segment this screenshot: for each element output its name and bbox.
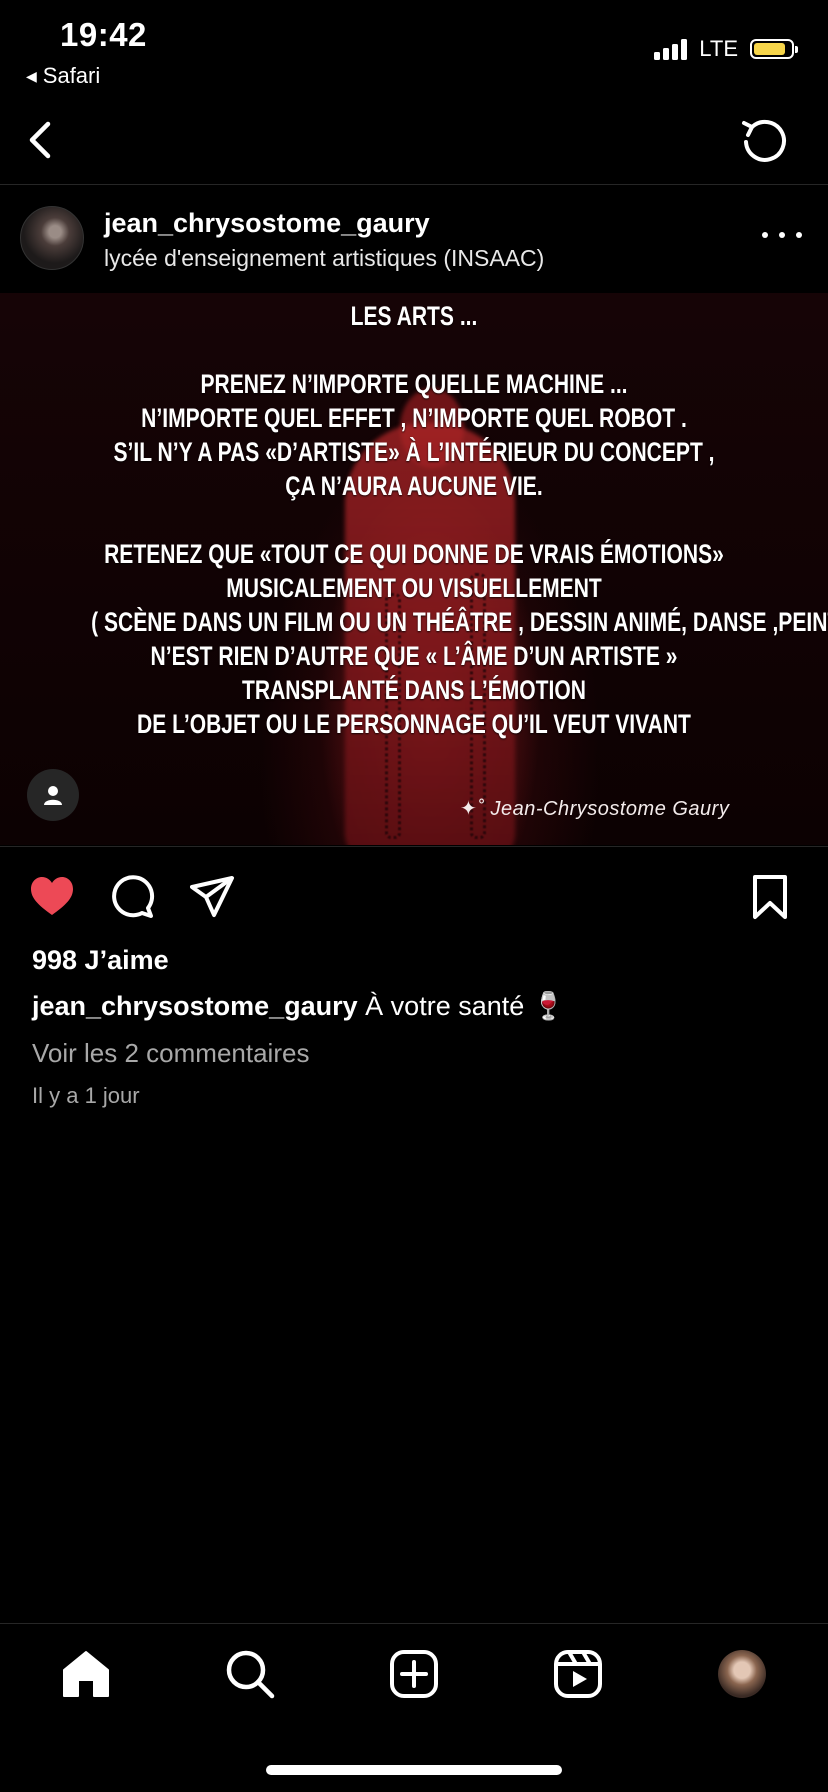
refresh-icon[interactable] [738,114,790,166]
status-time: 19:42 [60,16,147,53]
quote-text: LES ARTS ... PRENEZ N’IMPORTE QUELLE MAC… [91,299,828,741]
caption-text: À votre santé 🍷 [365,991,566,1021]
new-post-icon[interactable] [388,1648,440,1700]
post-image[interactable]: LES ARTS ... PRENEZ N’IMPORTE QUELLE MAC… [0,293,828,845]
back-app-label: Safari [42,63,101,88]
quote-line: PRENEZ N’IMPORTE QUELLE MACHINE ... [200,369,628,399]
heart-icon[interactable] [28,873,76,921]
share-icon[interactable] [188,873,236,921]
network-type: LTE [699,36,738,61]
quote-line: DE L’OBJET OU LE PERSONNAGE QU’IL VEUT V… [137,709,691,739]
status-indicators: LTE [654,36,798,62]
post-location[interactable]: lycée d'enseignement artistiques (INSAAC… [104,245,544,272]
nav-divider [0,184,828,185]
caption-username[interactable]: jean_chrysostome_gaury [32,991,358,1021]
post-caption: jean_chrysostome_gaury À votre santé 🍷 [32,990,565,1022]
bookmark-icon[interactable] [746,873,794,921]
quote-line: ÇA N’AURA AUCUNE VIE. [285,471,543,501]
view-comments-link[interactable]: Voir les 2 commentaires [32,1038,309,1069]
quote-title: LES ARTS ... [350,301,478,331]
home-indicator[interactable] [266,1765,562,1775]
quote-line: S’IL N’Y A PAS «D’ARTISTE» À L’INTÉRIEUR… [113,437,715,467]
tabbar-divider [0,1623,828,1624]
quote-line: RETENEZ QUE «TOUT CE QUI DONNE DE VRAIS … [104,539,724,569]
quote-line: N’EST RIEN D’AUTRE QUE « L’ÂME D’UN ARTI… [150,641,678,671]
reels-icon[interactable] [552,1648,604,1700]
quote-line: TRANSPLANTÉ DANS L’ÉMOTION [241,675,586,705]
profile-avatar[interactable] [718,1650,766,1698]
back-to-app-button[interactable]: ◀ Safari [26,63,100,89]
like-count[interactable]: 998 J’aime [32,945,169,976]
home-icon[interactable] [60,1648,112,1700]
image-signature: ✦˚ Jean-Chrysostome Gaury [460,798,730,820]
post-author-avatar[interactable] [20,206,84,270]
post-username[interactable]: jean_chrysostome_gaury [104,208,430,239]
quote-line: N’IMPORTE QUEL EFFET , N’IMPORTE QUEL RO… [141,403,687,433]
person-icon [44,786,62,805]
more-options-icon[interactable] [762,222,802,248]
search-icon[interactable] [224,1648,276,1700]
signal-icon [654,38,688,60]
battery-icon [750,39,798,59]
image-divider [0,846,828,847]
back-triangle-icon: ◀ [26,67,37,84]
comment-icon[interactable] [108,873,156,921]
battery-level [754,43,785,55]
instagram-post-screen: 19:42 ◀ Safari LTE jean_chrysostome_gaur… [0,0,828,1792]
quote-line: ( SCÈNE DANS UN FILM OU UN THÉÂTRE , DES… [91,607,828,637]
quote-line: MUSICALEMENT OU VISUELLEMENT [226,573,602,603]
tagged-people-button[interactable] [27,769,79,821]
chevron-left-icon[interactable] [22,116,62,164]
post-time: Il y a 1 jour [32,1083,140,1108]
